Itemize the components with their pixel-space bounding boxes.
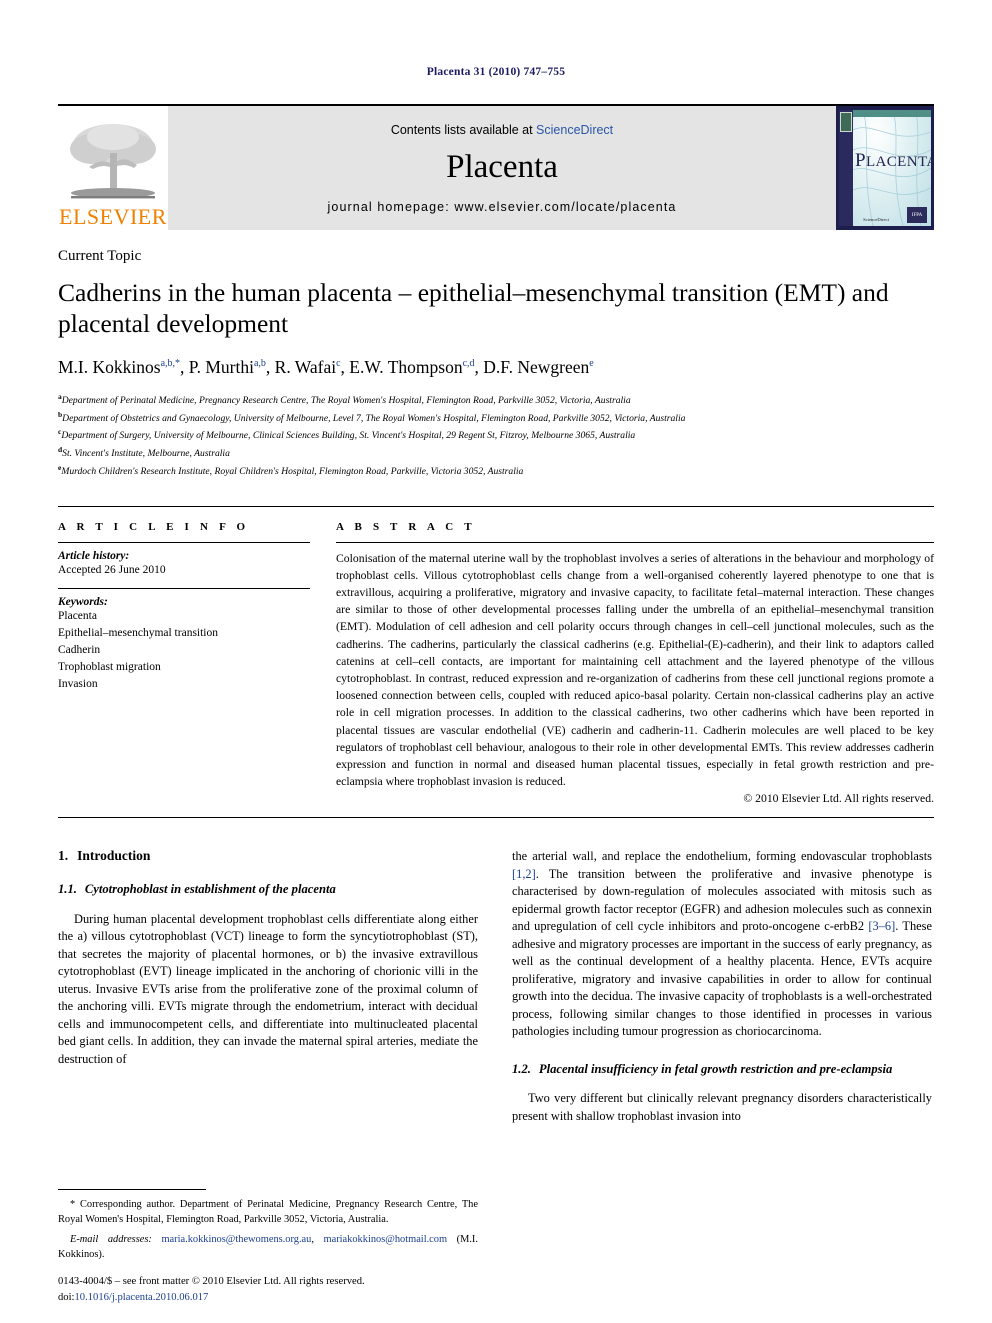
section-heading-1-2: 1.2. Placental insufficiency in fetal gro…: [512, 1061, 893, 1076]
journal-title: Placenta: [446, 149, 558, 185]
doi-link[interactable]: 10.1016/j.placenta.2010.06.017: [74, 1292, 208, 1303]
author-list: M.I. Kokkinosa,b,*, P. Murthia,b, R. Waf…: [58, 357, 594, 378]
email-link[interactable]: mariakokkinos@hotmail.com: [324, 1234, 448, 1245]
corresponding-author-note: * Corresponding author. Department of Pe…: [58, 1198, 478, 1225]
author-affiliation-mark: c: [336, 358, 341, 370]
citation-ref[interactable]: [1,2]: [512, 867, 536, 881]
keyword-item: Invasion: [58, 677, 98, 690]
keyword-item: Placenta: [58, 610, 97, 623]
elsevier-wordmark: ELSEVIER: [59, 204, 167, 229]
keyword-item: Trophoblast migration: [58, 660, 161, 673]
body-column-right: the arterial wall, and replace the endot…: [512, 848, 932, 1135]
affiliation-list: aDepartment of Perinatal Medicine, Pregn…: [58, 391, 934, 480]
contents-available-line: Contents lists available at ScienceDirec…: [391, 123, 613, 137]
author-affiliation-mark: c,d: [462, 358, 475, 370]
article-history-accepted: Accepted 26 June 2010: [58, 563, 166, 576]
imprint-doi-line: doi:10.1016/j.placenta.2010.06.017: [58, 1291, 209, 1303]
citation-ref[interactable]: [3–6]: [868, 919, 895, 933]
contents-prefix: Contents lists available at: [390, 123, 537, 137]
cover-journal-title: PLACENTA: [855, 150, 934, 171]
keywords-label: Keywords:: [58, 596, 108, 609]
affiliation-item: aDepartment of Perinatal Medicine, Pregn…: [58, 392, 631, 407]
cover-ifpa-badge: IFPA: [907, 207, 927, 223]
author-item: D.F. Newgreene: [483, 357, 594, 378]
journal-cover-image: PLACENTA ScienceDirect IFPA: [836, 106, 934, 230]
abstract-copyright: © 2010 Elsevier Ltd. All rights reserved…: [743, 792, 934, 806]
paragraph: Two very different but clinically releva…: [512, 1091, 932, 1123]
abstract-heading: A B S T R A C T: [336, 520, 476, 533]
imprint-block: 0143-4004/$ – see front matter © 2010 El…: [58, 1274, 488, 1305]
email-addresses-note: E-mail addresses: maria.kokkinos@thewome…: [58, 1234, 478, 1261]
journal-homepage-link[interactable]: journal homepage: www.elsevier.com/locat…: [328, 200, 677, 214]
author-affiliation-mark: a,b,*: [160, 358, 181, 370]
imprint-front-matter: 0143-4004/$ – see front matter © 2010 El…: [58, 1276, 365, 1288]
body-columns: 1. Introduction 1.1. Cytotrophoblast in es…: [58, 848, 934, 1135]
author-item: E.W. Thompsonc,d: [349, 357, 475, 378]
author-affiliation-mark: a,b: [253, 358, 266, 370]
footnote-divider: [58, 1188, 206, 1190]
article-type-label: Current Topic: [58, 248, 142, 264]
divider: [58, 541, 310, 543]
info-abstract-block: A R T I C L E I N F O Article history: A…: [58, 505, 934, 806]
author-item: M.I. Kokkinosa,b,*: [58, 357, 181, 378]
article-info-heading: A R T I C L E I N F O: [58, 520, 250, 533]
author-item: P. Murthia,b: [188, 357, 266, 378]
cover-sciencedirect-mark: ScienceDirect: [863, 216, 889, 222]
email-link[interactable]: maria.kokkinos@thewomens.org.au: [161, 1234, 311, 1245]
affiliation-item: eMurdoch Children's Research Institute, …: [58, 462, 524, 478]
author-affiliation-mark: e: [589, 358, 594, 370]
article-info-column: A R T I C L E I N F O Article history: A…: [58, 521, 310, 806]
affiliation-item: cDepartment of Surgery, University of Me…: [58, 427, 636, 442]
section-heading-1-1: 1.1. Cytotrophoblast in establishment of …: [58, 882, 336, 897]
paragraph: During human placental development troph…: [58, 911, 478, 1066]
affiliation-item: dSt. Vincent's Institute, Melbourne, Aus…: [58, 445, 230, 460]
elsevier-tree-icon: [70, 124, 156, 199]
divider: [336, 541, 934, 543]
section-heading-1: 1. Introduction: [58, 848, 151, 864]
paragraph: the arterial wall, and replace the endot…: [512, 849, 932, 1039]
keyword-item: Epithelial–mesenchymal transition: [58, 627, 219, 640]
article-page: Placenta 31 (2010) 747–755 ELSEVIER Cont…: [0, 0, 992, 1323]
affiliation-item: bDepartment of Obstetrics and Gynaecolog…: [58, 409, 686, 424]
abstract-column: A B S T R A C T Colonisation of the mate…: [336, 520, 934, 806]
elsevier-logo: ELSEVIER: [58, 106, 168, 230]
author-item: R. Wafaic: [274, 357, 341, 378]
journal-masthead: ELSEVIER Contents lists available at Sci…: [58, 104, 934, 230]
body-column-left: 1. Introduction 1.1. Cytotrophoblast in es…: [58, 848, 478, 1135]
keyword-item: Cadherin: [58, 643, 101, 656]
masthead-center: Contents lists available at ScienceDirec…: [168, 106, 836, 230]
footnote-area: * Corresponding author. Department of Pe…: [58, 1188, 478, 1263]
running-head: Placenta 31 (2010) 747–755: [426, 66, 566, 78]
divider: [58, 817, 934, 819]
article-history-label: Article history:: [58, 549, 130, 562]
email-label: E-mail addresses:: [70, 1234, 152, 1246]
abstract-text: Colonisation of the maternal uterine wal…: [336, 551, 934, 789]
divider: [58, 588, 310, 590]
sciencedirect-link[interactable]: ScienceDirect: [536, 123, 613, 137]
page-title: Cadherins in the human placenta – epithe…: [58, 278, 889, 339]
